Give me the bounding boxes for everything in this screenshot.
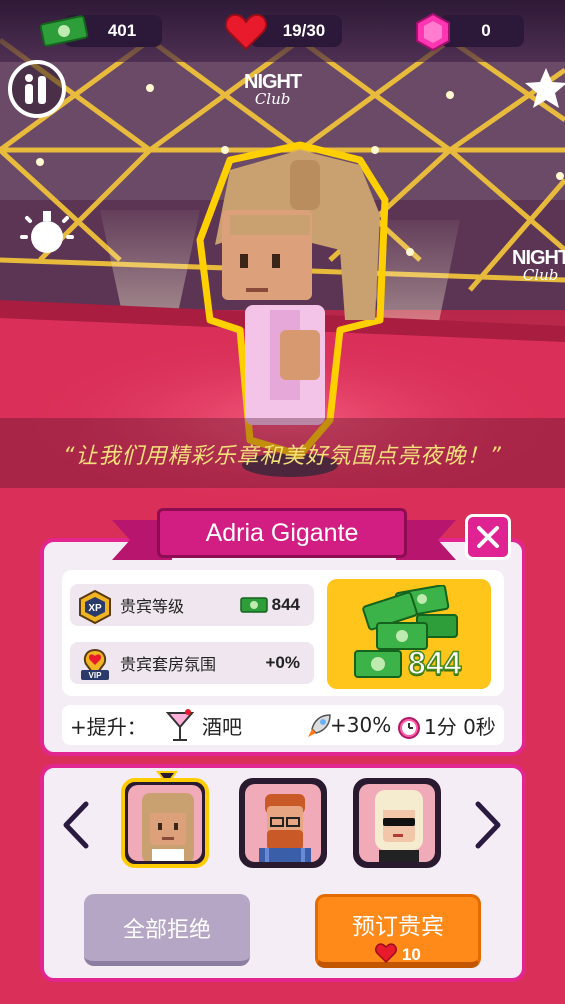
guest-card-blonde[interactable] [353, 778, 441, 868]
book-guest-label: 预订贵宾 [352, 914, 444, 940]
avatar-bearded [259, 794, 311, 862]
next-arrow-icon[interactable] [470, 800, 506, 850]
gem-icon [416, 12, 450, 52]
heart-cost-icon [375, 943, 398, 964]
book-guest-button[interactable]: 预订贵宾 10 [315, 894, 481, 968]
info-button[interactable] [8, 60, 66, 118]
lightbulb-icon [20, 211, 74, 253]
clock-icon [398, 717, 420, 739]
close-button[interactable] [465, 514, 511, 560]
logo-line2: Club [254, 90, 291, 108]
hearts-value: 19/30 [282, 21, 326, 40]
vip-room-label: 贵宾套房氛围 [120, 655, 217, 674]
logo-line1: NIGHT [244, 71, 302, 93]
wall-logo-line2: Club [522, 266, 559, 284]
cash-small-icon [240, 597, 268, 613]
reject-all-button[interactable]: 全部拒绝 [84, 894, 250, 966]
avatar-adria [142, 793, 194, 861]
avatar-blonde [375, 790, 423, 862]
guest-name-ribbon: Adria Gigante [157, 508, 407, 558]
star-icon[interactable] [524, 66, 565, 110]
info-icon [25, 74, 46, 104]
close-icon [477, 526, 499, 548]
gems-value: 0 [481, 21, 491, 40]
guest-name: Adria Gigante [205, 518, 359, 547]
reward-cash-icon [354, 650, 402, 678]
reject-all-label: 全部拒绝 [122, 917, 211, 943]
vip-badge-icon: VIP [81, 648, 109, 680]
svg-text:XP: XP [88, 603, 102, 614]
vip-room-value: +0% [265, 653, 301, 672]
book-cost-value: 10 [401, 945, 421, 964]
gems-counter: 0 [440, 15, 524, 47]
guest-level-row: XP 贵宾等级 844 [70, 584, 314, 626]
guest-quote: “让我们用精彩乐章和美好氛围点亮夜晚！” [63, 444, 502, 469]
nightclub-wall-logo: NIGHT Club [512, 248, 565, 283]
boost-speed: +30% [330, 713, 392, 737]
wall-logo-line1: NIGHT [512, 247, 565, 269]
vip-room-row: VIP 贵宾套房氛围 +0% [70, 642, 314, 684]
guest-level-value: 844 [271, 595, 300, 614]
xp-badge-icon: XP [79, 590, 111, 624]
rocket-icon [308, 714, 331, 737]
reward-value: 844 [407, 644, 462, 682]
cocktail-icon [166, 709, 194, 741]
cash-icon [39, 15, 89, 47]
guest-card-adria[interactable] [121, 778, 209, 868]
nightclub-logo: NIGHT Club [244, 71, 302, 108]
boost-prefix: +提升： [70, 714, 147, 739]
boost-row: +提升： 酒吧 +30% 1分 0秒 [62, 705, 504, 745]
heart-icon [225, 13, 267, 51]
prev-arrow-icon[interactable] [58, 800, 94, 850]
guest-level-label: 贵宾等级 [120, 597, 185, 616]
cash-value: 401 [107, 21, 137, 40]
book-cost: 10 [318, 943, 478, 965]
boost-time: 1分 0秒 [424, 714, 496, 739]
svg-text:VIP: VIP [89, 671, 103, 680]
guest-card-bearded[interactable] [239, 778, 327, 868]
boost-venue: 酒吧 [202, 714, 242, 739]
